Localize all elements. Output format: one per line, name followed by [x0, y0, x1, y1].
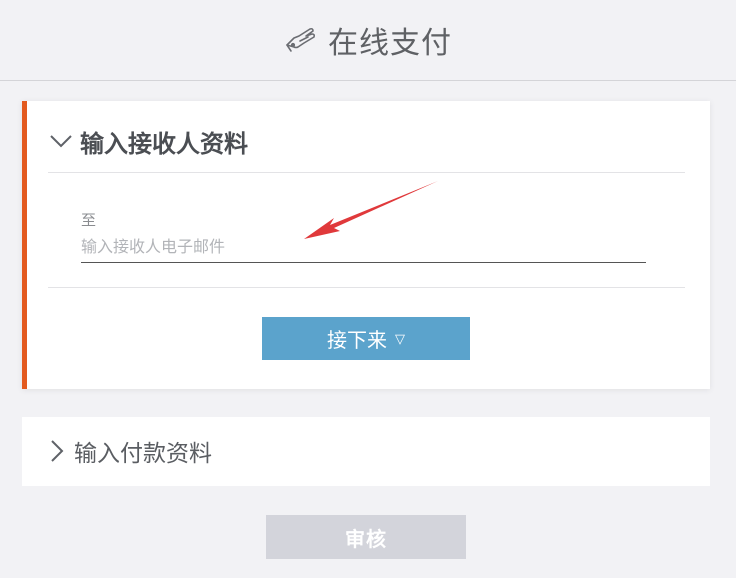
page-header: 在线支付: [0, 0, 736, 81]
review-button[interactable]: 审核: [266, 515, 466, 559]
payment-section-title: 输入付款资料: [74, 441, 212, 467]
recipient-email-input[interactable]: [81, 230, 646, 263]
next-button[interactable]: 接下来 ▽: [262, 317, 470, 360]
next-button-label: 接下来: [327, 328, 387, 352]
chevron-down-icon: [46, 126, 76, 156]
header-title-group: 在线支付: [284, 18, 452, 62]
hand-payment-icon: [284, 25, 318, 55]
active-section-accent: [22, 101, 27, 389]
page-title: 在线支付: [328, 26, 452, 61]
recipient-section: 输入接收人资料 至 接下来 ▽: [22, 101, 710, 389]
triangle-down-icon: ▽: [395, 332, 405, 347]
payment-section[interactable]: 输入付款资料: [22, 417, 710, 486]
divider: [48, 172, 685, 173]
payment-section-header[interactable]: 输入付款资料: [42, 431, 212, 471]
to-label: 至: [81, 211, 97, 229]
recipient-section-header[interactable]: 输入接收人资料: [46, 121, 248, 161]
recipient-section-title: 输入接收人资料: [80, 129, 248, 158]
chevron-right-icon: [42, 436, 72, 466]
divider: [48, 287, 685, 288]
